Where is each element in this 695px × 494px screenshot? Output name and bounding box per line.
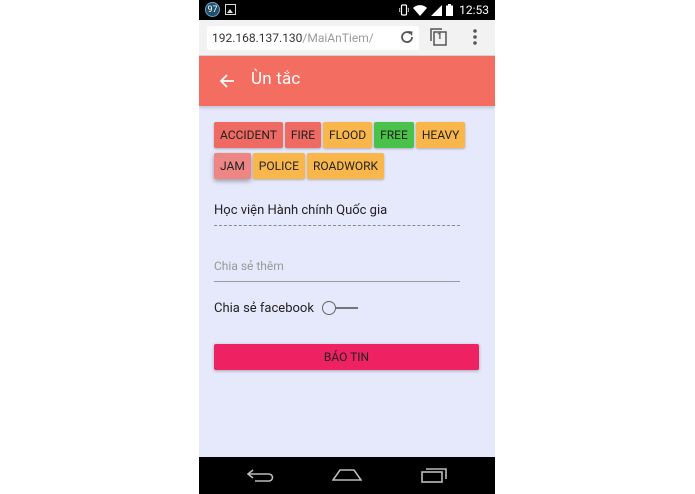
status-bar: 97 12:53 [199, 0, 495, 20]
phone-screen: 97 12:53 192.168.137.130/MaiAnTiem/ 1 Ùn… [199, 0, 495, 494]
chip-jam[interactable]: JAM [214, 153, 251, 179]
chip-flood[interactable]: FLOOD [323, 122, 373, 148]
reload-icon[interactable] [399, 29, 415, 45]
chip-heavy[interactable]: HEAVY [415, 122, 466, 148]
facebook-share-toggle[interactable] [321, 301, 360, 315]
app-toolbar: Ùn tắc [199, 56, 495, 106]
tab-count: 1 [437, 32, 443, 42]
overflow-menu-icon[interactable] [471, 27, 479, 47]
nav-recent-apps-icon[interactable] [421, 468, 447, 483]
url-path: /MaiAnTiem/ [302, 31, 374, 45]
category-chips-row: ACCIDENT FIRE FLOOD FREE HEAVY [214, 122, 466, 148]
facebook-share-label: Chia sẻ facebook [214, 300, 314, 316]
nav-home-icon[interactable] [332, 469, 362, 481]
facebook-share-row: Chia sẻ facebook [214, 299, 360, 317]
report-submit-button[interactable]: BÁO TIN [214, 344, 479, 370]
page-title: Ùn tắc [251, 69, 301, 89]
chip-police[interactable]: POLICE [252, 153, 305, 179]
status-icons: 12:53 [399, 2, 489, 18]
chip-fire[interactable]: FIRE [284, 122, 322, 148]
wifi-icon [413, 4, 428, 16]
nav-back-icon[interactable] [247, 468, 275, 482]
signal-icon [431, 4, 443, 16]
url-field[interactable]: 192.168.137.130/MaiAnTiem/ [207, 26, 419, 50]
clock: 12:53 [459, 3, 489, 17]
vibrate-icon [399, 4, 410, 16]
image-icon [225, 4, 236, 15]
system-navigation-bar [199, 457, 495, 494]
chip-roadwork[interactable]: ROADWORK [306, 153, 385, 179]
tabs-switcher-button[interactable]: 1 [429, 27, 449, 47]
chip-free[interactable]: FREE [374, 122, 414, 148]
browser-address-bar: 192.168.137.130/MaiAnTiem/ [199, 20, 495, 56]
chip-accident[interactable]: ACCIDENT [214, 122, 283, 148]
toggle-knob [321, 301, 336, 315]
location-field[interactable]: Học viện Hành chính Quốc gia [214, 203, 460, 226]
category-chips-row: JAM POLICE ROADWORK [214, 153, 385, 179]
url-host: 192.168.137.130 [212, 31, 303, 45]
share-more-input[interactable]: Chia sẻ thêm [214, 259, 460, 282]
back-arrow-icon[interactable] [219, 73, 235, 89]
notification-badge-icon: 97 [205, 2, 220, 17]
battery-icon [446, 4, 454, 16]
